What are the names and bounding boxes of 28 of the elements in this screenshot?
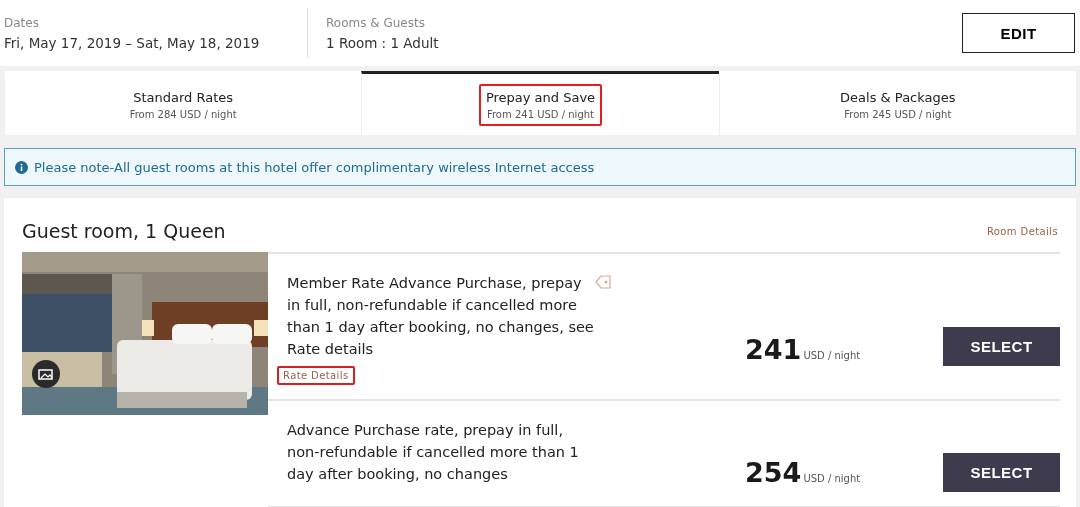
- price-unit: USD / night: [803, 350, 861, 361]
- price: 254: [745, 457, 802, 488]
- price: 241: [745, 334, 802, 365]
- rate-description: Member Rate Advance Purchase, prepay in full, non-refundable if cancelled more than 1 day after booking, no changes, see Rate details: [287, 274, 595, 359]
- room-details-link[interactable]: Room Details: [986, 225, 1058, 237]
- guests-label: Rooms & Guests: [326, 15, 426, 30]
- edit-button[interactable]: EDIT: [962, 13, 1075, 53]
- rate-tab[interactable]: Deals & Packages From 245 USD / night: [718, 71, 1076, 135]
- notice-text: Please note-All guest rooms at this hotel offer complimentary wireless Internet access: [34, 159, 595, 175]
- tab-subtitle: From 284 USD / night: [129, 108, 237, 120]
- rate-details-link[interactable]: Rate Details: [277, 366, 355, 385]
- tab-subtitle: From 245 USD / night: [844, 108, 952, 120]
- guests-value: 1 Room : 1 Adult: [326, 34, 439, 51]
- select-button[interactable]: SELECT: [943, 327, 1060, 366]
- rate-tab[interactable]: Prepay and Save From 241 USD / night: [361, 71, 719, 135]
- tab-title: Deals & Packages: [840, 89, 956, 105]
- tab-title: Prepay and Save: [485, 89, 596, 105]
- dates-label: Dates: [4, 15, 40, 30]
- rate-tab[interactable]: Standard Rates From 284 USD / night: [4, 71, 362, 135]
- dates-value: Fri, May 17, 2019 – Sat, May 18, 2019: [4, 34, 261, 51]
- tab-title: Standard Rates: [133, 89, 234, 105]
- info-icon: [15, 160, 28, 174]
- select-button[interactable]: SELECT: [943, 453, 1060, 492]
- rate-description: Advance Purchase rate, prepay in full, non-refundable if cancelled more than 1 day after booking, no changes: [287, 421, 580, 484]
- tab-subtitle: From 241 USD / night: [486, 108, 594, 120]
- price-unit: USD / night: [803, 473, 861, 484]
- gallery-icon: [32, 360, 60, 388]
- room-title: Guest room, 1 Queen: [22, 220, 226, 242]
